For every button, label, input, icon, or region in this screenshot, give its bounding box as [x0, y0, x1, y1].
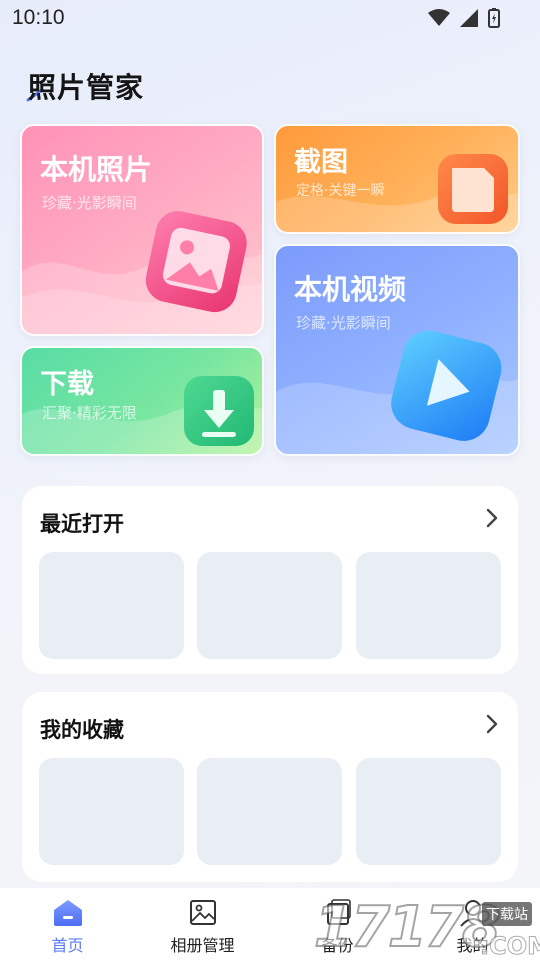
download-icon — [184, 376, 254, 446]
nav-label: 相册管理 — [170, 936, 235, 955]
card-title: 本机视频 — [294, 273, 407, 306]
local-photos-card[interactable]: 本机照片 珍藏·光影瞬间 — [20, 124, 264, 336]
battery-icon — [488, 8, 500, 28]
app-title: 照片管家 — [28, 71, 145, 104]
section-title: 最近打开 — [40, 512, 124, 536]
card-subtitle: 汇聚·精彩无限 — [42, 404, 137, 422]
card-subtitle: 珍藏·光影瞬间 — [42, 194, 137, 212]
card-subtitle: 定格·关键一瞬 — [296, 183, 385, 199]
watermark-site: 下载站 — [482, 902, 532, 926]
status-time: 10:10 — [12, 6, 65, 29]
section-title: 我的收藏 — [40, 718, 124, 742]
card-title: 下载 — [40, 369, 94, 400]
image-icon — [189, 900, 216, 925]
recent-thumbnail[interactable] — [197, 552, 342, 659]
card-subtitle: 珍藏·光影瞬间 — [296, 314, 391, 332]
nav-home[interactable]: 首页 — [0, 888, 135, 960]
status-icons — [428, 8, 500, 28]
status-bar: 10:10 — [0, 0, 540, 36]
watermark-domain: .COM — [479, 932, 540, 960]
signal-icon — [460, 9, 478, 27]
video-play-icon — [391, 330, 502, 441]
card-title: 截图 — [294, 147, 348, 178]
screenshot-icon — [438, 154, 508, 224]
favorite-thumbnail[interactable] — [356, 758, 501, 865]
home-icon — [53, 900, 82, 926]
card-title: 本机照片 — [40, 153, 153, 186]
chevron-right-icon[interactable] — [484, 712, 500, 736]
local-videos-card[interactable]: 本机视频 珍藏·光影瞬间 — [274, 244, 520, 456]
watermark: 17178 下载站 .COM — [313, 895, 540, 960]
favorite-thumbnail[interactable] — [197, 758, 342, 865]
chevron-right-icon[interactable] — [484, 506, 500, 530]
favorites-section: 我的收藏 — [22, 692, 518, 882]
gallery-icon — [145, 211, 247, 313]
recent-section: 最近打开 — [22, 486, 518, 674]
wifi-icon — [428, 9, 450, 26]
recent-thumbnail[interactable] — [356, 552, 501, 659]
favorite-thumbnail[interactable] — [39, 758, 184, 865]
nav-label: 首页 — [51, 936, 84, 955]
nav-albums[interactable]: 相册管理 — [135, 888, 270, 960]
watermark-number: 17178 — [313, 895, 502, 960]
screenshot-card[interactable]: 截图 定格·关键一瞬 — [274, 124, 520, 234]
download-card[interactable]: 下载 汇聚·精彩无限 — [20, 346, 264, 456]
recent-thumbnail[interactable] — [39, 552, 184, 659]
